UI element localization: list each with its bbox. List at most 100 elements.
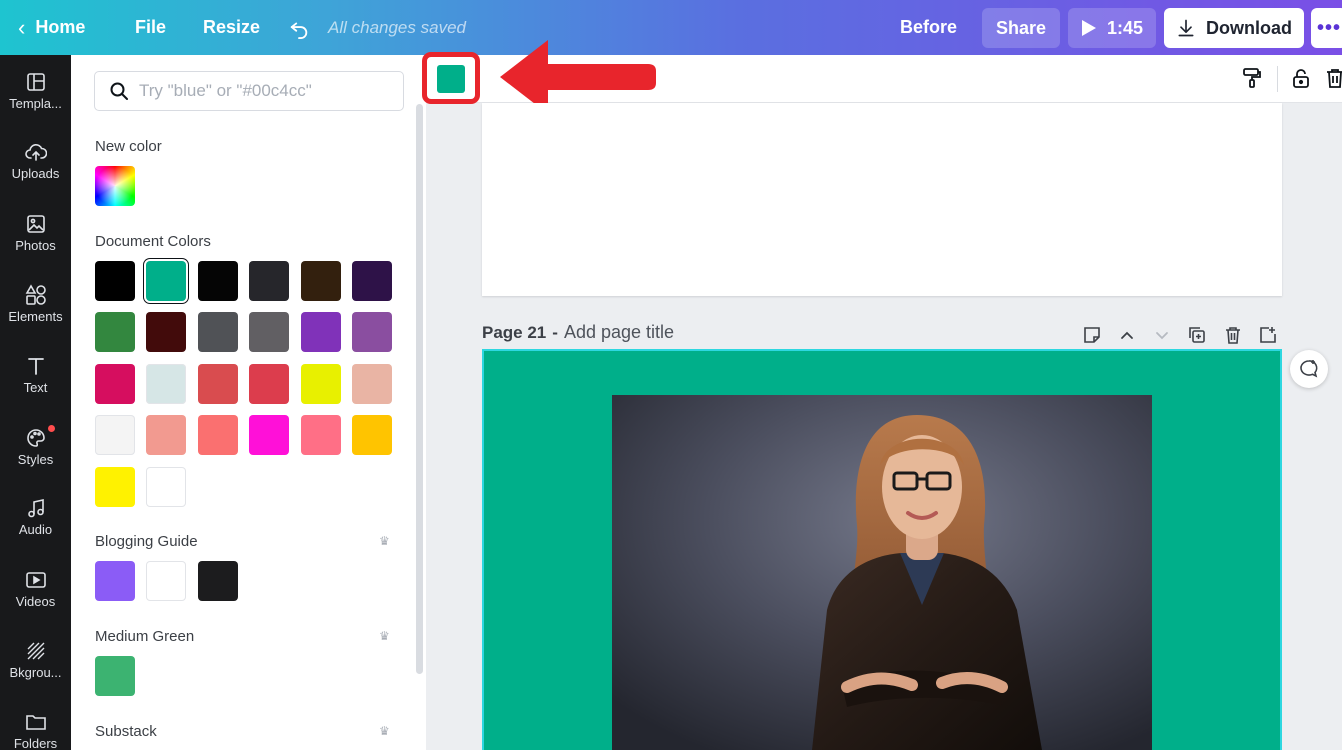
color-swatch[interactable] <box>146 261 187 301</box>
color-swatch[interactable] <box>95 656 135 696</box>
color-swatch[interactable] <box>300 363 341 404</box>
add-page-button[interactable] <box>1258 325 1278 345</box>
before-button[interactable]: Before <box>900 0 957 55</box>
chevron-left-icon: ‹ <box>18 14 26 40</box>
rail-item-styles[interactable]: Styles <box>0 427 71 493</box>
crown-icon: ♛ <box>379 534 390 548</box>
rail-item-elements[interactable]: Elements <box>0 284 71 350</box>
home-button[interactable]: ‹ Home <box>18 0 85 55</box>
note-icon <box>1084 327 1100 343</box>
rail-item-uploads[interactable]: Uploads <box>0 141 71 207</box>
search-icon <box>110 82 128 100</box>
copy-style-button[interactable] <box>1241 67 1263 89</box>
elements-icon <box>25 284 47 306</box>
color-swatch[interactable] <box>197 261 238 301</box>
folder-icon <box>25 711 47 733</box>
comment-add-icon <box>1300 360 1318 378</box>
download-button[interactable]: Download <box>1164 8 1304 48</box>
rail-item-photos[interactable]: Photos <box>0 213 71 279</box>
color-swatch[interactable] <box>352 415 392 456</box>
color-swatch[interactable] <box>249 363 290 404</box>
chevron-down-icon <box>1156 332 1168 340</box>
color-swatch[interactable] <box>249 415 290 456</box>
page-separator: - <box>552 323 558 342</box>
substack-title: Substack <box>95 723 157 740</box>
move-page-up-button[interactable] <box>1117 325 1137 345</box>
previous-page[interactable] <box>482 103 1282 296</box>
color-search-input[interactable] <box>139 81 389 101</box>
download-label: Download <box>1206 17 1292 38</box>
color-swatch[interactable] <box>197 312 238 353</box>
paint-roller-icon <box>1243 68 1261 88</box>
notification-dot <box>48 425 55 432</box>
color-swatch[interactable] <box>300 312 341 353</box>
music-icon <box>25 497 47 519</box>
add-page-icon <box>1260 327 1276 343</box>
panel-scrollbar[interactable] <box>416 104 423 674</box>
color-swatch[interactable] <box>95 261 135 301</box>
color-swatch[interactable] <box>352 363 392 404</box>
side-navigation: Templa... Uploads Photos Elements Text S… <box>0 55 71 750</box>
more-options-button[interactable]: ••• <box>1311 8 1342 48</box>
color-swatch[interactable] <box>249 261 290 301</box>
undo-button[interactable] <box>288 0 310 55</box>
move-page-down-button[interactable] <box>1152 325 1172 345</box>
color-swatch[interactable] <box>95 312 135 353</box>
page-notes-button[interactable] <box>1082 325 1102 345</box>
color-swatch[interactable] <box>95 415 135 456</box>
template-icon <box>25 71 47 93</box>
rail-item-videos[interactable]: Videos <box>0 569 71 635</box>
play-duration: 1:45 <box>1106 17 1144 38</box>
save-status: All changes saved <box>328 17 466 37</box>
comment-button[interactable] <box>1290 350 1328 388</box>
rail-item-audio[interactable]: Audio <box>0 497 71 563</box>
color-swatch[interactable] <box>197 415 238 456</box>
delete-button[interactable] <box>1324 67 1342 89</box>
undo-icon <box>290 21 308 39</box>
rail-item-folders[interactable]: Folders <box>0 711 71 750</box>
home-label: Home <box>35 17 86 37</box>
page-title-input[interactable]: Add page title <box>564 322 674 343</box>
color-swatch[interactable] <box>146 312 187 353</box>
woman-portrait-image <box>612 395 1152 750</box>
new-color-button[interactable] <box>95 166 135 206</box>
rail-item-templates[interactable]: Templa... <box>0 71 71 137</box>
color-swatch[interactable] <box>197 363 238 404</box>
file-menu-button[interactable]: File <box>135 0 166 55</box>
color-swatch[interactable] <box>146 415 187 456</box>
color-swatch[interactable] <box>300 415 341 456</box>
color-swatch[interactable] <box>95 363 135 404</box>
delete-page-button[interactable] <box>1223 325 1243 345</box>
top-bar: ‹ Home File Resize All changes saved Bef… <box>0 0 1342 55</box>
crown-icon: ♛ <box>379 724 390 738</box>
color-swatch[interactable] <box>95 466 135 507</box>
duplicate-icon <box>1189 327 1205 343</box>
highlight-box <box>422 52 480 104</box>
photo-icon <box>25 213 47 235</box>
share-button[interactable]: Share <box>982 8 1060 48</box>
background-icon <box>25 640 47 662</box>
duplicate-page-button[interactable] <box>1187 325 1207 345</box>
resize-button[interactable]: Resize <box>203 0 260 55</box>
color-swatch[interactable] <box>352 312 392 353</box>
present-button[interactable]: 1:45 <box>1068 8 1156 48</box>
color-swatch[interactable] <box>249 312 290 353</box>
trash-icon <box>1226 327 1240 344</box>
text-icon <box>25 355 47 377</box>
color-swatch[interactable] <box>352 261 392 301</box>
page-number: Page 21 <box>482 323 547 342</box>
video-icon <box>25 569 47 591</box>
color-swatch[interactable] <box>300 261 341 301</box>
page-header: Page 21 - Add page title <box>482 322 674 343</box>
portrait-photo[interactable] <box>612 395 1152 750</box>
rail-item-text[interactable]: Text <box>0 355 71 421</box>
document-colors-title: Document Colors <box>95 233 211 250</box>
color-search-box[interactable] <box>94 71 404 111</box>
lock-button[interactable] <box>1290 67 1312 89</box>
rail-item-background[interactable]: Bkgrou... <box>0 640 71 706</box>
color-swatch[interactable] <box>146 561 187 601</box>
color-swatch[interactable] <box>95 561 135 601</box>
color-swatch[interactable] <box>146 466 187 507</box>
color-swatch[interactable] <box>146 363 187 404</box>
color-swatch[interactable] <box>197 561 238 601</box>
